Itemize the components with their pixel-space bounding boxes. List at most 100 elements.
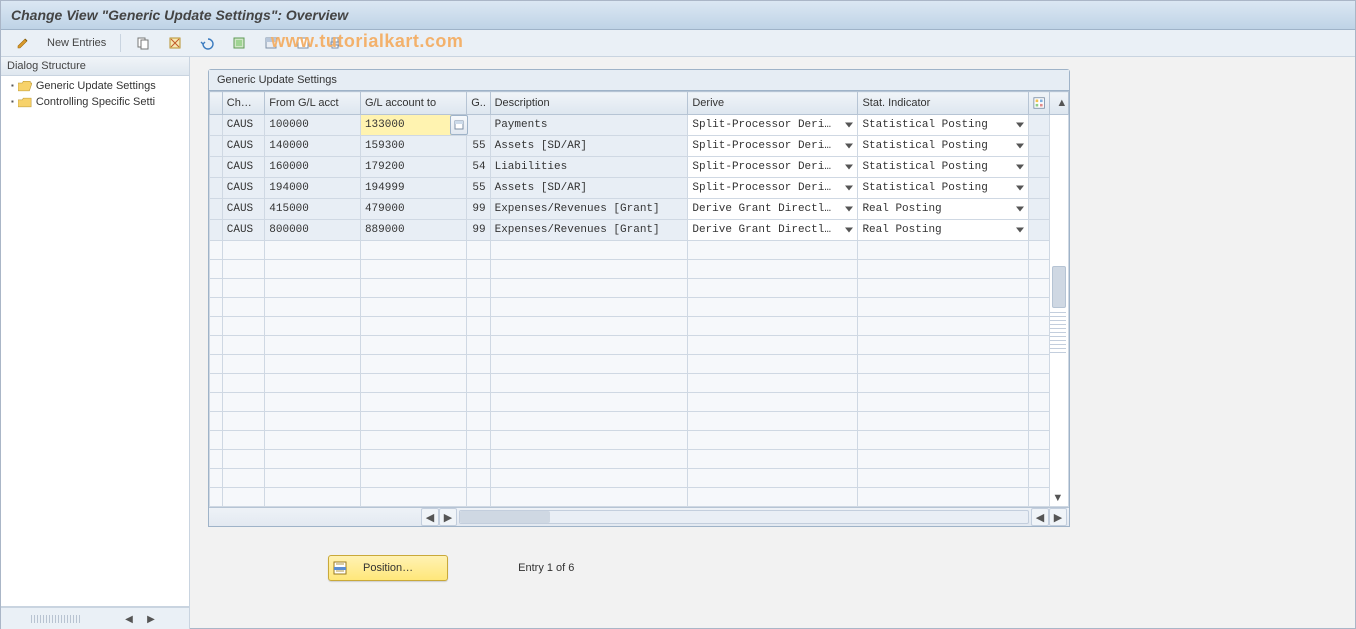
table-row-empty[interactable] <box>210 469 1069 488</box>
cell-description[interactable]: Assets [SD/AR] <box>490 136 688 157</box>
vscroll-grip-icon[interactable] <box>1050 312 1066 356</box>
sidebar-resize-grip-icon[interactable] <box>31 615 81 623</box>
cell-ch[interactable]: CAUS <box>222 199 265 220</box>
vertical-scrollbar[interactable]: ▼ <box>1049 115 1068 507</box>
hscroll-thumb[interactable] <box>460 511 550 523</box>
row-selector[interactable] <box>210 178 223 199</box>
cell-from-gl[interactable]: 415000 <box>265 199 361 220</box>
table-row-empty[interactable] <box>210 374 1069 393</box>
table-row-empty[interactable] <box>210 393 1069 412</box>
table-row-empty[interactable] <box>210 336 1069 355</box>
cell-description[interactable]: Assets [SD/AR] <box>490 178 688 199</box>
col-from-gl[interactable]: From G/L acct <box>265 92 361 115</box>
print-icon[interactable] <box>321 33 349 53</box>
cell-g[interactable]: 99 <box>467 199 490 220</box>
table-row[interactable]: CAUS14000015930055Assets [SD/AR]Split-Pr… <box>210 136 1069 157</box>
table-row[interactable]: CAUS41500047900099Expenses/Revenues [Gra… <box>210 199 1069 220</box>
hscroll-track[interactable] <box>459 510 1029 524</box>
delete-icon[interactable] <box>161 33 189 53</box>
cell-stat-dropdown[interactable]: Real Posting <box>858 199 1028 220</box>
hscroll-left-icon[interactable]: ◀ <box>421 508 439 526</box>
cell-g[interactable]: 54 <box>467 157 490 178</box>
table-row-empty[interactable] <box>210 241 1069 260</box>
dialog-structure-tree[interactable]: ▪ Generic Update Settings ▪ Controlling … <box>1 76 189 607</box>
cell-ch[interactable]: CAUS <box>222 157 265 178</box>
cell-gl-to[interactable]: 179200 <box>360 157 466 178</box>
row-selector[interactable] <box>210 115 223 136</box>
copy-as-icon[interactable] <box>129 33 157 53</box>
table-settings-button[interactable] <box>1028 92 1049 115</box>
cell-ch[interactable]: CAUS <box>222 178 265 199</box>
cell-from-gl[interactable]: 800000 <box>265 220 361 241</box>
table-row-empty[interactable] <box>210 488 1069 507</box>
cell-description[interactable]: Liabilities <box>490 157 688 178</box>
col-gl-to[interactable]: G/L account to <box>360 92 466 115</box>
table-row-empty[interactable] <box>210 431 1069 450</box>
value-help-icon[interactable] <box>450 115 468 135</box>
horizontal-scrollbar[interactable]: ◀ ▶ ◀ ▶ <box>209 507 1069 526</box>
cell-g[interactable]: 99 <box>467 220 490 241</box>
row-selector[interactable] <box>210 157 223 178</box>
hscroll-right-icon[interactable]: ▶ <box>439 508 457 526</box>
cell-stat-dropdown[interactable]: Statistical Posting <box>858 136 1028 157</box>
cell-g[interactable] <box>467 115 490 136</box>
row-selector[interactable] <box>210 136 223 157</box>
table-row-empty[interactable] <box>210 412 1069 431</box>
vertical-scroll-down-icon[interactable]: ▼ <box>1050 490 1066 506</box>
new-entries-button[interactable]: New Entries <box>41 37 112 49</box>
cell-ch[interactable]: CAUS <box>222 220 265 241</box>
select-all-icon[interactable] <box>225 33 253 53</box>
cell-derive-dropdown[interactable]: Split-Processor Deri… <box>688 136 858 157</box>
col-g[interactable]: G.. <box>467 92 490 115</box>
cell-derive-dropdown[interactable]: Split-Processor Deri… <box>688 157 858 178</box>
vscroll-thumb[interactable] <box>1052 266 1066 308</box>
cell-ch[interactable]: CAUS <box>222 115 265 136</box>
cell-description[interactable]: Payments <box>490 115 688 136</box>
col-row-selector[interactable] <box>210 92 223 115</box>
sidebar-scroll-right-icon[interactable]: ▶ <box>143 611 159 627</box>
cell-gl-to[interactable]: 479000 <box>360 199 466 220</box>
select-block-icon[interactable] <box>257 33 285 53</box>
position-button[interactable]: Position… <box>328 555 448 581</box>
cell-derive-dropdown[interactable]: Derive Grant Directl… <box>688 220 858 241</box>
col-description[interactable]: Description <box>490 92 688 115</box>
cell-gl-to[interactable]: 889000 <box>360 220 466 241</box>
col-ch[interactable]: Ch… <box>222 92 265 115</box>
table-row-empty[interactable] <box>210 279 1069 298</box>
undo-icon[interactable] <box>193 33 221 53</box>
table-row-empty[interactable] <box>210 317 1069 336</box>
cell-stat-dropdown[interactable]: Statistical Posting <box>858 157 1028 178</box>
cell-ch[interactable]: CAUS <box>222 136 265 157</box>
table-row[interactable]: CAUS16000017920054LiabilitiesSplit-Proce… <box>210 157 1069 178</box>
toggle-display-change-icon[interactable] <box>9 33 37 53</box>
col-stat-indicator[interactable]: Stat. Indicator <box>858 92 1028 115</box>
cell-g[interactable]: 55 <box>467 136 490 157</box>
update-settings-table[interactable]: Ch… From G/L acct G/L account to G.. Des… <box>209 91 1069 507</box>
deselect-all-icon[interactable] <box>289 33 317 53</box>
cell-stat-dropdown[interactable]: Statistical Posting <box>858 178 1028 199</box>
table-row[interactable]: CAUS100000133000PaymentsSplit-Processor … <box>210 115 1069 136</box>
row-selector[interactable] <box>210 220 223 241</box>
table-row[interactable]: CAUS19400019499955Assets [SD/AR]Split-Pr… <box>210 178 1069 199</box>
cell-from-gl[interactable]: 140000 <box>265 136 361 157</box>
cell-derive-dropdown[interactable]: Split-Processor Deri… <box>688 178 858 199</box>
row-selector[interactable] <box>210 199 223 220</box>
hscroll-left2-icon[interactable]: ◀ <box>1031 508 1049 526</box>
hscroll-right2-icon[interactable]: ▶ <box>1049 508 1067 526</box>
cell-derive-dropdown[interactable]: Split-Processor Deri… <box>688 115 858 136</box>
table-row-empty[interactable] <box>210 260 1069 279</box>
col-derive[interactable]: Derive <box>688 92 858 115</box>
cell-from-gl[interactable]: 194000 <box>265 178 361 199</box>
table-row-empty[interactable] <box>210 355 1069 374</box>
sidebar-scroll-left-icon[interactable]: ◀ <box>121 611 137 627</box>
cell-derive-dropdown[interactable]: Derive Grant Directl… <box>688 199 858 220</box>
table-row-empty[interactable] <box>210 450 1069 469</box>
cell-from-gl[interactable]: 160000 <box>265 157 361 178</box>
tree-item-generic-update-settings[interactable]: ▪ Generic Update Settings <box>1 78 189 94</box>
cell-from-gl[interactable]: 100000 <box>265 115 361 136</box>
cell-g[interactable]: 55 <box>467 178 490 199</box>
vertical-scroll-up-icon[interactable]: ▲ <box>1049 92 1068 115</box>
cell-description[interactable]: Expenses/Revenues [Grant] <box>490 220 688 241</box>
table-row[interactable]: CAUS80000088900099Expenses/Revenues [Gra… <box>210 220 1069 241</box>
cell-gl-to[interactable]: 159300 <box>360 136 466 157</box>
